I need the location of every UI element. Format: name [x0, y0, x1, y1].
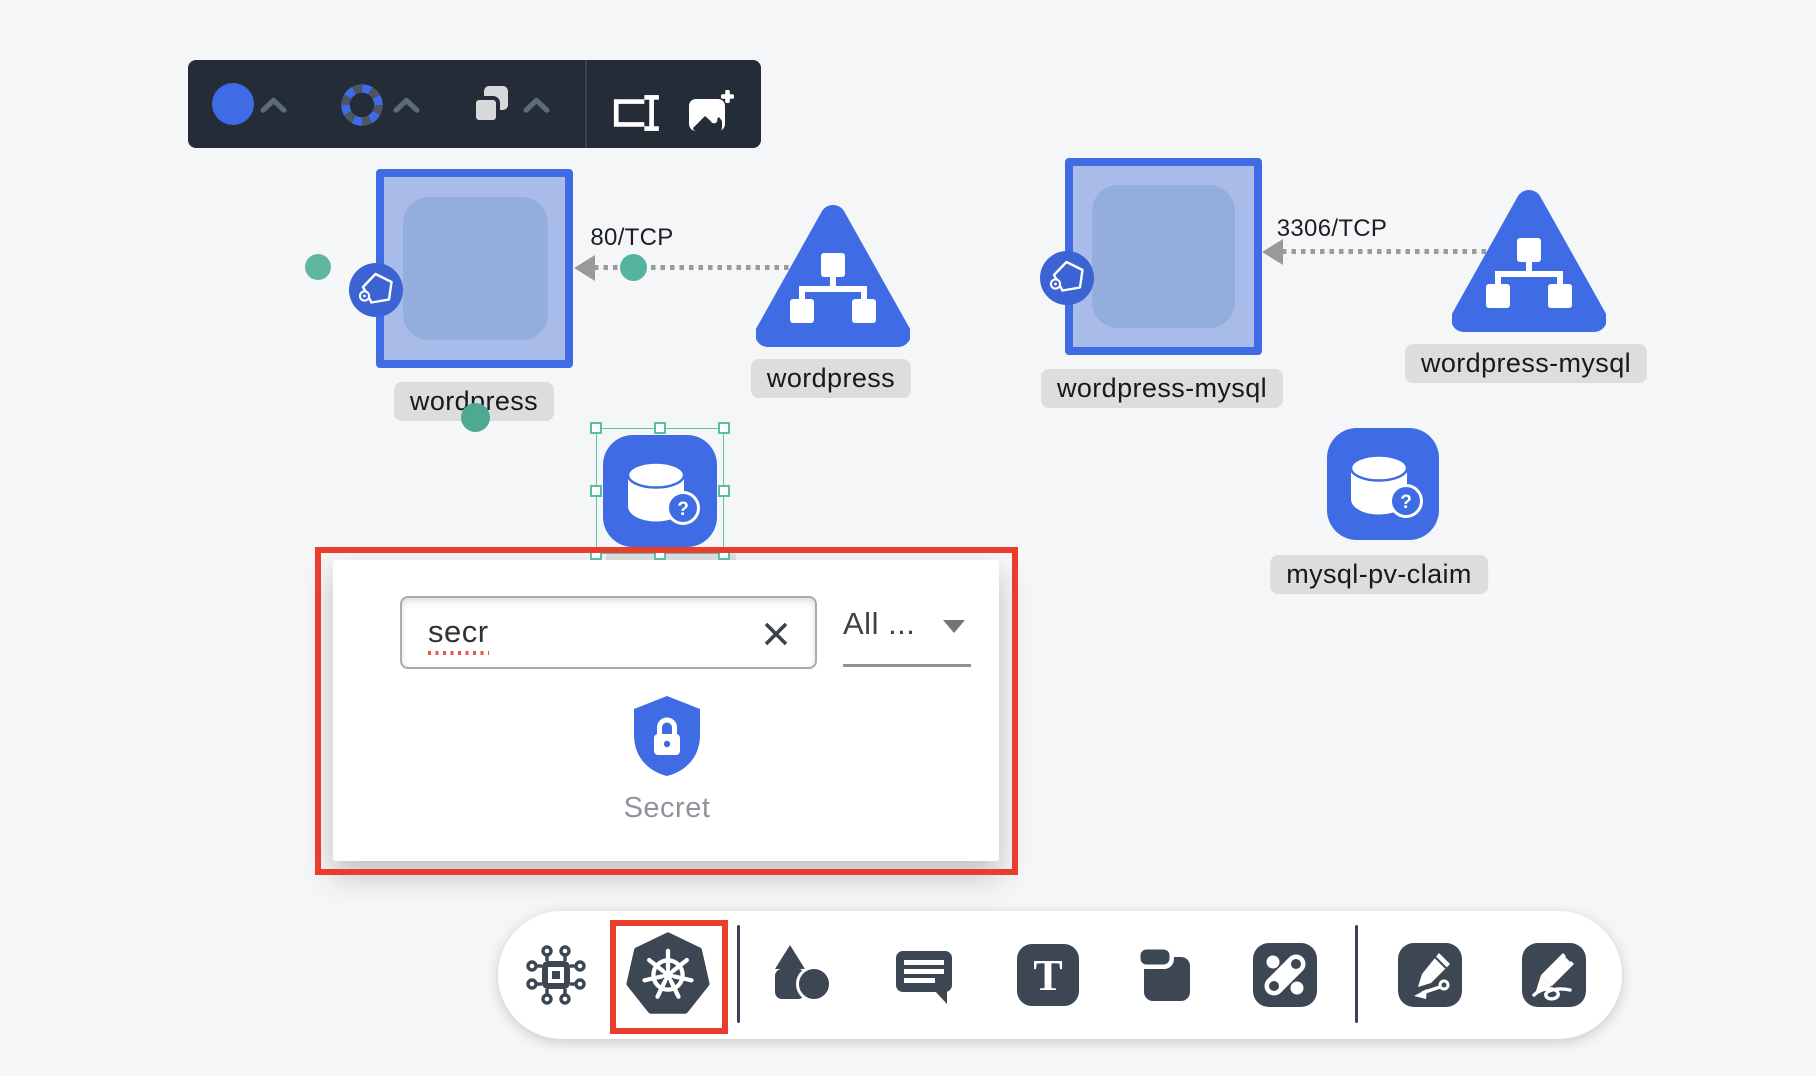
clear-search-icon[interactable] [761, 619, 791, 649]
fill-color-expand-chevron-icon[interactable] [260, 97, 287, 118]
shapes-tool-icon[interactable] [769, 943, 835, 1014]
resize-handle-s[interactable] [654, 548, 666, 560]
toolbar-divider [585, 60, 587, 148]
text-tool-icon[interactable]: T [1017, 944, 1079, 1011]
whiteboard-canvas[interactable]: wordpress 80/TCP wordpress wordpress-mys… [0, 0, 1816, 1076]
copy-style-button[interactable] [470, 83, 512, 130]
selected-pvc-node[interactable]: ? [603, 435, 717, 547]
stroke-style-button[interactable] [339, 82, 385, 133]
deployment-label-wordpress-mysql: wordpress-mysql [1041, 369, 1283, 408]
chevron-down-icon [943, 620, 965, 633]
copy-style-expand-chevron-icon[interactable] [523, 97, 550, 118]
port-label-3306-tcp: 3306/TCP [1277, 215, 1387, 243]
dock-divider [1355, 925, 1358, 1023]
add-image-icon[interactable] [686, 90, 736, 141]
connection-endpoint-dot[interactable] [461, 403, 490, 432]
pencil-tool-icon[interactable] [1522, 943, 1586, 1012]
text-field-icon[interactable] [610, 92, 662, 139]
secret-result-label: Secret [624, 792, 711, 825]
dropdown-underline [843, 664, 971, 667]
connection-arrowhead [574, 255, 595, 281]
dock-divider [737, 925, 740, 1023]
tool-dock: T [498, 911, 1622, 1039]
service-label-wordpress: wordpress [751, 359, 911, 398]
resize-handle-w[interactable] [590, 485, 602, 497]
resize-handle-ne[interactable] [718, 422, 730, 434]
resize-handle-n[interactable] [654, 422, 666, 434]
port-label-80-tcp: 80/TCP [590, 224, 673, 252]
pvc-node-mysql-pv-claim[interactable]: ? [1327, 428, 1439, 540]
connector-tool-icon[interactable] [1253, 943, 1317, 1012]
service-node-wordpress[interactable] [756, 196, 910, 355]
resize-handle-e[interactable] [718, 485, 730, 497]
service-label-wordpress-mysql: wordpress-mysql [1405, 344, 1647, 383]
connection-endpoint-dot[interactable] [620, 254, 647, 281]
kubernetes-tool-icon[interactable] [625, 932, 711, 1023]
question-badge-icon: ? [1400, 492, 1412, 513]
service-node-wordpress-mysql[interactable] [1452, 181, 1606, 340]
pod-badge-icon[interactable] [349, 263, 403, 322]
kind-filter-value: All ... [843, 606, 915, 641]
style-toolbar [188, 60, 761, 148]
fill-color-button[interactable] [212, 83, 254, 125]
deployment-inner-shape [403, 197, 548, 340]
resize-handle-se[interactable] [718, 548, 730, 560]
search-input[interactable]: secr [400, 596, 817, 669]
deployment-inner-shape [1092, 185, 1235, 328]
stroke-style-expand-chevron-icon[interactable] [393, 97, 420, 118]
resize-handle-sw[interactable] [590, 548, 602, 560]
search-query-text: secr [428, 614, 489, 655]
kind-filter-dropdown[interactable]: All ... [843, 606, 975, 642]
comment-tool-icon[interactable] [894, 944, 956, 1011]
connection-endpoint-dot[interactable] [305, 254, 331, 280]
pvc-label-mysql-pv-claim: mysql-pv-claim [1270, 555, 1488, 594]
diagram-network-tool-icon[interactable] [525, 944, 587, 1011]
frame-tool-icon[interactable] [1136, 945, 1196, 1010]
resource-search-panel: secr All ... Secret [333, 560, 999, 861]
resize-handle-nw[interactable] [590, 422, 602, 434]
secret-result-icon[interactable] [630, 694, 704, 783]
question-badge-icon: ? [677, 499, 689, 520]
pen-tool-icon[interactable] [1398, 943, 1462, 1012]
text-tool-glyph: T [1033, 951, 1062, 1000]
pod-badge-icon[interactable] [1040, 251, 1094, 310]
